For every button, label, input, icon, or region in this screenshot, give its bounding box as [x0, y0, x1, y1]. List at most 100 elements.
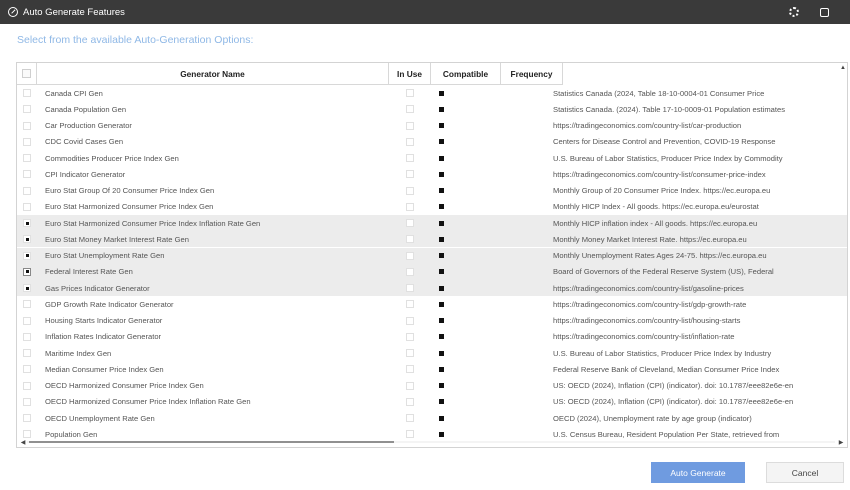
checkbox-box[interactable] — [23, 170, 31, 179]
checkbox-box[interactable] — [406, 170, 414, 179]
table-row[interactable]: Canada Population Gen Statistics Canada. … — [17, 101, 847, 117]
scroll-thumb[interactable] — [29, 441, 394, 443]
in-use-checkbox[interactable] — [389, 394, 431, 410]
checkbox-box[interactable] — [406, 251, 414, 260]
row-select-checkbox[interactable] — [17, 231, 37, 247]
table-row[interactable]: OECD Harmonized Consumer Price Index Inf… — [17, 394, 847, 410]
table-row[interactable]: OECD Unemployment Rate Gen OECD (2024), U… — [17, 410, 847, 426]
checkbox-box[interactable] — [406, 267, 414, 276]
checkbox-box[interactable] — [23, 300, 31, 309]
column-header-frequency[interactable]: Frequency — [501, 63, 563, 85]
in-use-checkbox[interactable] — [389, 231, 431, 247]
table-row[interactable]: CPI Indicator Generator https://tradingec… — [17, 166, 847, 182]
column-header-in-use[interactable]: In Use — [389, 63, 431, 85]
row-select-checkbox[interactable] — [17, 264, 37, 280]
checkbox-box[interactable] — [23, 349, 31, 357]
in-use-checkbox[interactable] — [389, 150, 431, 166]
table-row[interactable]: Housing Starts Indicator Generator https:… — [17, 313, 847, 329]
row-select-checkbox[interactable] — [17, 183, 37, 199]
row-select-checkbox[interactable] — [17, 166, 37, 182]
cancel-button[interactable]: Cancel — [766, 462, 844, 483]
table-row[interactable]: Commodities Producer Price Index Gen U.S.… — [17, 150, 847, 166]
in-use-checkbox[interactable] — [389, 85, 431, 101]
checkbox-box[interactable] — [23, 219, 31, 227]
table-row[interactable]: CDC Covid Cases Gen Centers for Disease C… — [17, 134, 847, 150]
checkbox-box[interactable] — [406, 89, 414, 97]
in-use-checkbox[interactable] — [389, 183, 431, 199]
in-use-checkbox[interactable] — [389, 361, 431, 377]
checkbox-box[interactable] — [406, 316, 414, 325]
in-use-checkbox[interactable] — [389, 296, 431, 312]
table-row[interactable]: OECD Harmonized Consumer Price Index Gen… — [17, 378, 847, 394]
checkbox-box[interactable] — [23, 267, 31, 276]
scroll-up-arrow-icon[interactable]: ▲ — [839, 63, 847, 73]
in-use-checkbox[interactable] — [389, 118, 431, 134]
in-use-checkbox[interactable] — [389, 280, 431, 296]
checkbox-box[interactable] — [23, 332, 31, 341]
table-row[interactable]: Euro Stat Harmonized Consumer Price Inde… — [17, 199, 847, 215]
row-select-checkbox[interactable] — [17, 150, 37, 166]
checkbox-box[interactable] — [23, 251, 31, 260]
table-row[interactable]: Euro Stat Unemployment Rate Gen Monthly U… — [17, 247, 847, 264]
checkbox-box[interactable] — [406, 121, 414, 130]
row-select-checkbox[interactable] — [17, 378, 37, 394]
checkbox-box[interactable] — [23, 365, 31, 374]
column-header-generator-name[interactable]: Generator Name — [37, 63, 389, 85]
in-use-checkbox[interactable] — [389, 101, 431, 117]
row-select-checkbox[interactable] — [17, 134, 37, 150]
auto-generate-button[interactable]: Auto Generate — [651, 462, 745, 483]
in-use-checkbox[interactable] — [389, 134, 431, 150]
checkbox-box[interactable] — [406, 105, 414, 114]
table-row[interactable]: Car Production Generator https://tradinge… — [17, 118, 847, 134]
in-use-checkbox[interactable] — [389, 313, 431, 329]
row-select-checkbox[interactable] — [17, 85, 37, 101]
in-use-checkbox[interactable] — [389, 199, 431, 215]
checkbox-box[interactable] — [23, 202, 31, 211]
table-row[interactable]: Gas Prices Indicator Generator https://tr… — [17, 280, 847, 296]
row-select-checkbox[interactable] — [17, 329, 37, 345]
checkbox-box[interactable] — [23, 414, 31, 422]
checkbox-box[interactable] — [406, 137, 414, 146]
in-use-checkbox[interactable] — [389, 215, 431, 231]
table-row[interactable]: Euro Stat Harmonized Consumer Price Inde… — [17, 215, 847, 231]
checkbox-box[interactable] — [406, 349, 414, 357]
in-use-checkbox[interactable] — [389, 329, 431, 345]
table-row[interactable]: Median Consumer Price Index Gen Federal R… — [17, 361, 847, 377]
checkbox-box[interactable] — [406, 202, 414, 211]
restore-window-icon[interactable] — [817, 5, 831, 19]
in-use-checkbox[interactable] — [389, 248, 431, 264]
table-row[interactable]: Canada CPI Gen Statistics Canada (2024, T… — [17, 85, 847, 101]
row-select-checkbox[interactable] — [17, 118, 37, 134]
table-row[interactable]: GDP Growth Rate Indicator Generator https… — [17, 296, 847, 312]
row-select-checkbox[interactable] — [17, 248, 37, 264]
select-all-checkbox[interactable] — [17, 63, 37, 85]
checkbox-box[interactable] — [23, 121, 31, 130]
checkbox-box[interactable] — [23, 105, 31, 114]
table-row[interactable]: Euro Stat Group Of 20 Consumer Price Ind… — [17, 183, 847, 199]
row-select-checkbox[interactable] — [17, 313, 37, 329]
in-use-checkbox[interactable] — [389, 345, 431, 361]
row-select-checkbox[interactable] — [17, 345, 37, 361]
checkbox-box[interactable] — [406, 332, 414, 341]
checkbox-box[interactable] — [406, 300, 414, 309]
checkbox-box[interactable] — [23, 381, 31, 390]
table-row[interactable]: Euro Stat Money Market Interest Rate Gen… — [17, 231, 847, 248]
checkbox-box[interactable] — [23, 89, 31, 97]
in-use-checkbox[interactable] — [389, 166, 431, 182]
column-header-compatible[interactable]: Compatible — [431, 63, 501, 85]
row-select-checkbox[interactable] — [17, 394, 37, 410]
checkbox-box[interactable] — [23, 284, 31, 292]
table-row[interactable]: Inflation Rates Indicator Generator https… — [17, 329, 847, 345]
checkbox-box[interactable] — [406, 284, 414, 292]
checkbox-box[interactable] — [406, 186, 414, 195]
row-select-checkbox[interactable] — [17, 280, 37, 296]
row-select-checkbox[interactable] — [17, 215, 37, 231]
row-select-checkbox[interactable] — [17, 361, 37, 377]
checkbox-box[interactable] — [406, 397, 414, 406]
table-row[interactable]: Maritime Index Gen U.S. Bureau of Labor S… — [17, 345, 847, 361]
row-select-checkbox[interactable] — [17, 296, 37, 312]
checkbox-box[interactable] — [23, 186, 31, 195]
horizontal-scrollbar[interactable]: ◀ ▶ — [17, 437, 847, 447]
checkbox-box[interactable] — [406, 235, 414, 244]
row-select-checkbox[interactable] — [17, 101, 37, 117]
